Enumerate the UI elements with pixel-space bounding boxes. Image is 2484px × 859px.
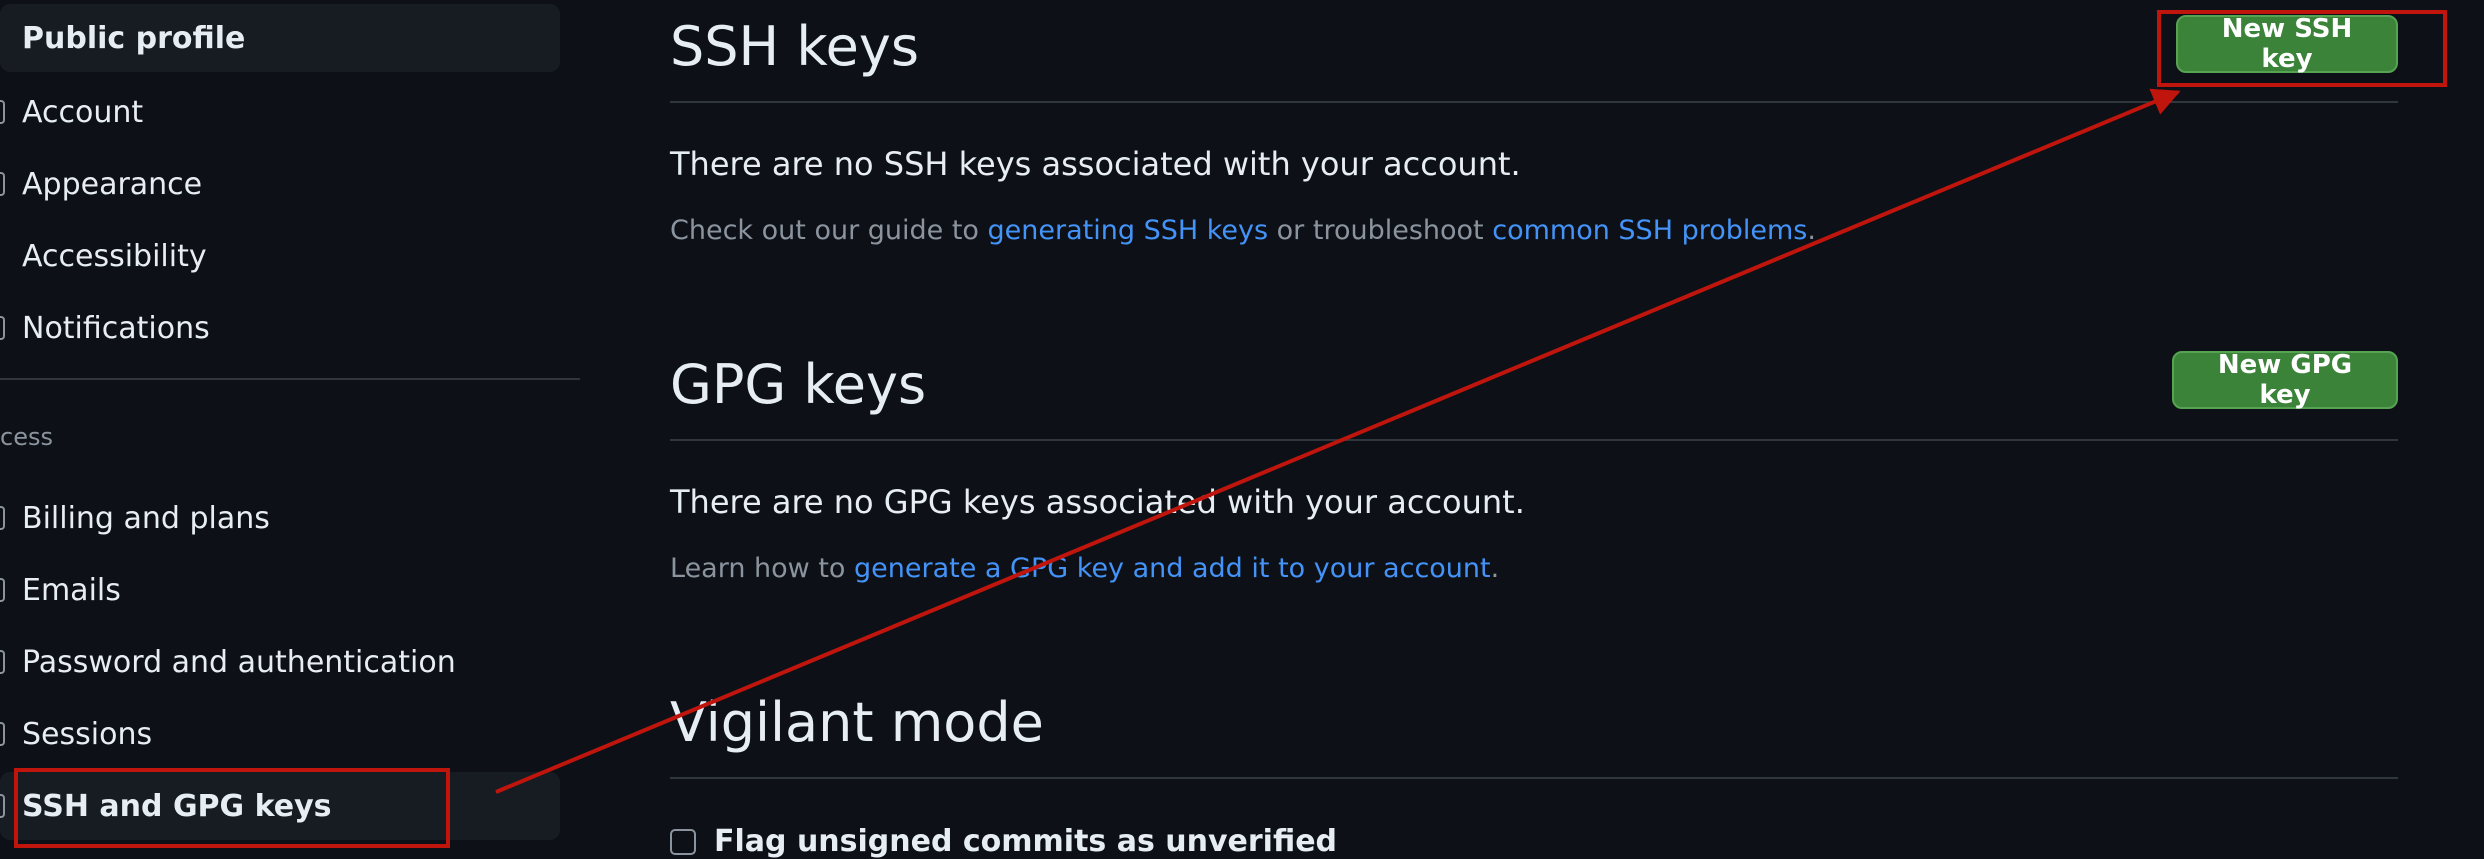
main-content: SSH keys New SSH key There are no SSH ke… [670, 0, 2400, 859]
generating-ssh-keys-link[interactable]: generating SSH keys [988, 215, 1269, 246]
ssh-keys-title: SSH keys [670, 15, 919, 78]
ssh-empty-message: There are no SSH keys associated with yo… [670, 145, 1521, 183]
settings-sidebar: Public profile Account Appearance Access… [0, 0, 580, 852]
new-ssh-key-button[interactable]: New SSH key [2176, 14, 2398, 74]
sidebar-divider [0, 378, 580, 380]
gpg-help-suffix: . [1490, 553, 1500, 584]
sidebar-item-label: Appearance [22, 166, 203, 202]
vigilant-mode-option: Flag unsigned commits as unverified [670, 824, 1337, 859]
generate-gpg-key-link[interactable]: generate a GPG key and add it to your ac… [854, 553, 1491, 584]
mail-icon [0, 578, 5, 602]
ssh-help-prefix: Check out our guide to [670, 215, 988, 246]
sidebar-item-notifications[interactable]: Notifications [0, 294, 560, 362]
bell-icon [0, 316, 5, 340]
gpg-empty-message: There are no GPG keys associated with yo… [670, 483, 1525, 521]
ssh-help-text: Check out our guide to generating SSH ke… [670, 215, 1816, 246]
section-divider [670, 777, 2398, 779]
common-ssh-problems-link[interactable]: common SSH problems [1492, 215, 1807, 246]
sidebar-item-label: Notifications [22, 310, 210, 346]
shield-lock-icon [0, 650, 5, 674]
flag-unsigned-commits-label[interactable]: Flag unsigned commits as unverified [714, 824, 1337, 859]
gpg-help-text: Learn how to generate a GPG key and add … [670, 553, 1499, 584]
sidebar-item-label: Billing and plans [22, 500, 270, 536]
ssh-help-suffix: . [1807, 215, 1816, 246]
sidebar-item-label: Account [22, 94, 144, 130]
new-gpg-key-button[interactable]: New GPG key [2172, 350, 2398, 410]
sidebar-item-label: Password and authentication [22, 644, 456, 680]
section-divider [670, 101, 2398, 103]
ssh-help-middle: or troubleshoot [1268, 215, 1493, 246]
sidebar-item-public-profile[interactable]: Public profile [0, 4, 560, 72]
sidebar-item-label: SSH and GPG keys [22, 788, 332, 824]
sidebar-item-appearance[interactable]: Appearance [0, 150, 560, 218]
sidebar-section-heading: cess [0, 423, 53, 451]
gear-icon [0, 100, 5, 124]
sidebar-item-emails[interactable]: Emails [0, 556, 560, 624]
sidebar-item-ssh-gpg-keys[interactable]: SSH and GPG keys [0, 772, 560, 840]
credit-card-icon [0, 506, 5, 530]
sidebar-item-billing[interactable]: Billing and plans [0, 484, 560, 552]
sidebar-item-password[interactable]: Password and authentication [0, 628, 560, 696]
broadcast-icon [0, 722, 5, 746]
key-icon [0, 794, 5, 818]
sidebar-item-sessions[interactable]: Sessions [0, 700, 560, 768]
sidebar-item-label: Accessibility [22, 238, 207, 274]
sidebar-item-accessibility[interactable]: Accessibility [0, 222, 560, 290]
gpg-keys-title: GPG keys [670, 353, 927, 416]
sidebar-item-label: Sessions [22, 716, 153, 752]
vigilant-mode-title: Vigilant mode [670, 691, 1044, 754]
gpg-help-prefix: Learn how to [670, 553, 855, 584]
sidebar-item-account[interactable]: Account [0, 78, 560, 146]
section-divider [670, 439, 2398, 441]
flag-unsigned-commits-checkbox[interactable] [670, 828, 696, 855]
paintbrush-icon [0, 172, 5, 196]
sidebar-item-label: Public profile [22, 20, 246, 56]
sidebar-item-label: Emails [22, 572, 121, 608]
settings-page: Public profile Account Appearance Access… [0, 0, 2484, 859]
